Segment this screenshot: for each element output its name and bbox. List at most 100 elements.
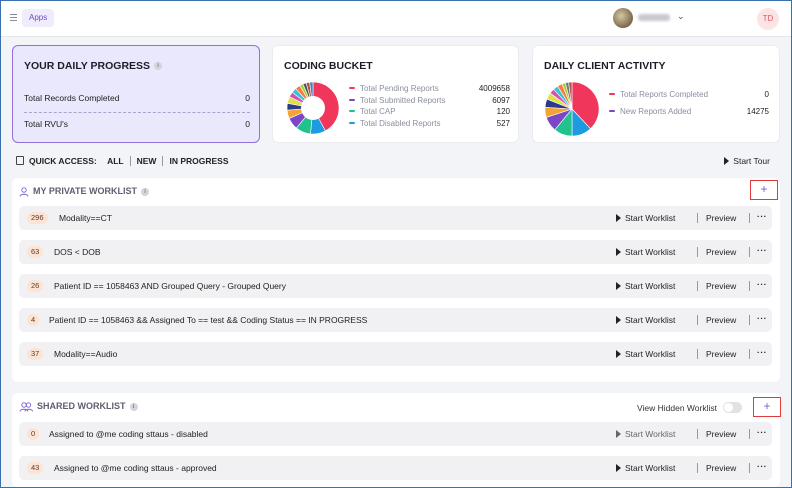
quick-access-in-progress[interactable]: IN PROGRESS: [169, 156, 228, 166]
separator: [749, 213, 750, 223]
separator: [697, 213, 698, 223]
start-worklist-button[interactable]: Start Worklist: [616, 429, 675, 439]
separator: [162, 155, 164, 166]
play-icon: [616, 248, 621, 256]
start-worklist-button[interactable]: Start Worklist: [616, 349, 675, 359]
legend-dot: [349, 87, 355, 89]
worklist-count-badge: 0: [27, 428, 40, 440]
legend-dot: [349, 110, 355, 112]
preview-button[interactable]: Preview: [706, 315, 736, 325]
legend-item-disabled: Total Disabled Reports 527: [349, 119, 510, 131]
user-name-blurred[interactable]: [638, 14, 670, 21]
total-records-completed-row: Total Records Completed 0: [24, 93, 250, 103]
legend-item-new: New Reports Added 14275: [609, 107, 769, 119]
separator: [749, 463, 750, 473]
quick-access-new[interactable]: NEW: [137, 156, 157, 166]
more-options-icon[interactable]: ···: [757, 279, 767, 289]
worklist-row[interactable]: 43 Assigned to @me coding sttaus - approv…: [19, 456, 772, 480]
view-hidden-worklist-label: View Hidden Worklist: [637, 403, 717, 413]
shared-worklist-title: SHARED WORKLIST i: [19, 401, 138, 412]
legend-item-completed: Total Reports Completed 0: [609, 90, 769, 107]
more-options-icon[interactable]: ···: [757, 427, 767, 437]
coding-bucket-title: CODING BUCKET: [284, 60, 373, 72]
separator: [749, 247, 750, 257]
separator: [749, 281, 750, 291]
client-activity-legend: Total Reports Completed 0 New Reports Add…: [609, 90, 769, 119]
coding-bucket-card: CODING BUCKET Total Pending Reports 40096…: [272, 45, 519, 143]
separator: [697, 315, 698, 325]
worklist-row[interactable]: 63 DOS < DOB Start Worklist Preview ···: [19, 240, 772, 264]
start-worklist-button[interactable]: Start Worklist: [616, 463, 675, 473]
worklist-name[interactable]: Modality==Audio: [54, 349, 117, 359]
legend-dot: [349, 98, 355, 101]
separator: [749, 349, 750, 359]
worklist-count-badge: 37: [27, 348, 44, 360]
worklist-row[interactable]: 26 Patient ID == 1058463 AND Grouped Quer…: [19, 274, 772, 298]
worklist-name[interactable]: Modality==CT: [59, 213, 112, 223]
play-icon: [616, 430, 621, 438]
daily-progress-title: YOUR DAILY PROGRESS i: [24, 60, 163, 72]
more-options-icon[interactable]: ···: [757, 211, 767, 221]
hamburger-menu-icon[interactable]: [10, 14, 17, 21]
legend-dot: [609, 93, 615, 95]
user-initials-avatar[interactable]: TD: [757, 8, 779, 30]
info-icon[interactable]: i: [129, 402, 138, 411]
info-icon[interactable]: i: [141, 187, 150, 196]
worklist-row[interactable]: 296 Modality==CT Start Worklist Preview ···: [19, 206, 772, 230]
start-worklist-button[interactable]: Start Worklist: [616, 213, 675, 223]
apps-button[interactable]: Apps: [22, 9, 55, 27]
preview-button[interactable]: Preview: [706, 213, 736, 223]
worklist-name[interactable]: Assigned to @me coding sttaus - disabled: [49, 429, 208, 439]
daily-progress-card: YOUR DAILY PROGRESS i Total Records Compl…: [12, 45, 260, 143]
worklist-actions: Start Worklist Preview ···: [612, 211, 772, 225]
worklist-count-badge: 296: [27, 212, 48, 224]
legend-dot: [349, 121, 355, 124]
chevron-down-icon[interactable]: ⌄: [677, 11, 685, 22]
preview-button[interactable]: Preview: [706, 463, 736, 473]
worklist-name[interactable]: Assigned to @me coding sttaus - approved: [54, 463, 217, 473]
legend-item-submitted: Total Submitted Reports 6097: [349, 96, 510, 108]
worklist-actions: Start Worklist Preview ···: [612, 461, 772, 475]
more-options-icon[interactable]: ···: [757, 245, 767, 255]
play-icon: [616, 282, 621, 290]
separator: [129, 155, 131, 166]
play-icon: [616, 350, 621, 358]
quick-access-all[interactable]: ALL: [107, 156, 124, 166]
client-activity-pie-chart[interactable]: [543, 80, 601, 138]
play-icon: [616, 464, 621, 472]
preview-button[interactable]: Preview: [706, 349, 736, 359]
worklist-name[interactable]: Patient ID == 1058463 AND Grouped Query …: [54, 281, 286, 291]
worklist-row[interactable]: 37 Modality==Audio Start Worklist Preview ··…: [19, 342, 772, 366]
start-worklist-button[interactable]: Start Worklist: [616, 315, 675, 325]
start-tour-button[interactable]: Start Tour: [724, 156, 770, 166]
separator: [697, 349, 698, 359]
quick-access-bar: QUICK ACCESS: ALL NEW IN PROGRESS: [16, 155, 229, 169]
worklist-count-badge: 4: [27, 314, 40, 326]
add-private-worklist-button[interactable]: +: [750, 180, 778, 200]
worklist-name[interactable]: DOS < DOB: [54, 247, 101, 257]
separator: [697, 463, 698, 473]
divider: [24, 112, 250, 113]
clipboard-icon: [16, 156, 24, 166]
worklist-name[interactable]: Patient ID == 1058463 && Assigned To == …: [49, 315, 367, 325]
toggle-knob: [724, 403, 733, 412]
view-hidden-worklist-toggle[interactable]: [723, 402, 742, 413]
coding-bucket-donut-chart[interactable]: [285, 80, 341, 136]
worklist-row[interactable]: 4 Patient ID == 1058463 && Assigned To ==…: [19, 308, 772, 332]
start-worklist-button[interactable]: Start Worklist: [616, 247, 675, 257]
add-shared-worklist-button[interactable]: +: [753, 397, 781, 417]
info-icon[interactable]: i: [154, 62, 163, 71]
worklist-actions: Start Worklist Preview ···: [612, 347, 772, 361]
more-options-icon[interactable]: ···: [757, 461, 767, 471]
user-photo-avatar[interactable]: [613, 8, 633, 28]
preview-button[interactable]: Preview: [706, 247, 736, 257]
more-options-icon[interactable]: ···: [757, 313, 767, 323]
worklist-row[interactable]: 0 Assigned to @me coding sttaus - disable…: [19, 422, 772, 446]
start-worklist-button[interactable]: Start Worklist: [616, 281, 675, 291]
separator: [749, 315, 750, 325]
more-options-icon[interactable]: ···: [757, 347, 767, 357]
preview-button[interactable]: Preview: [706, 281, 736, 291]
preview-button[interactable]: Preview: [706, 429, 736, 439]
separator: [697, 281, 698, 291]
worklist-count-badge: 63: [27, 246, 44, 258]
